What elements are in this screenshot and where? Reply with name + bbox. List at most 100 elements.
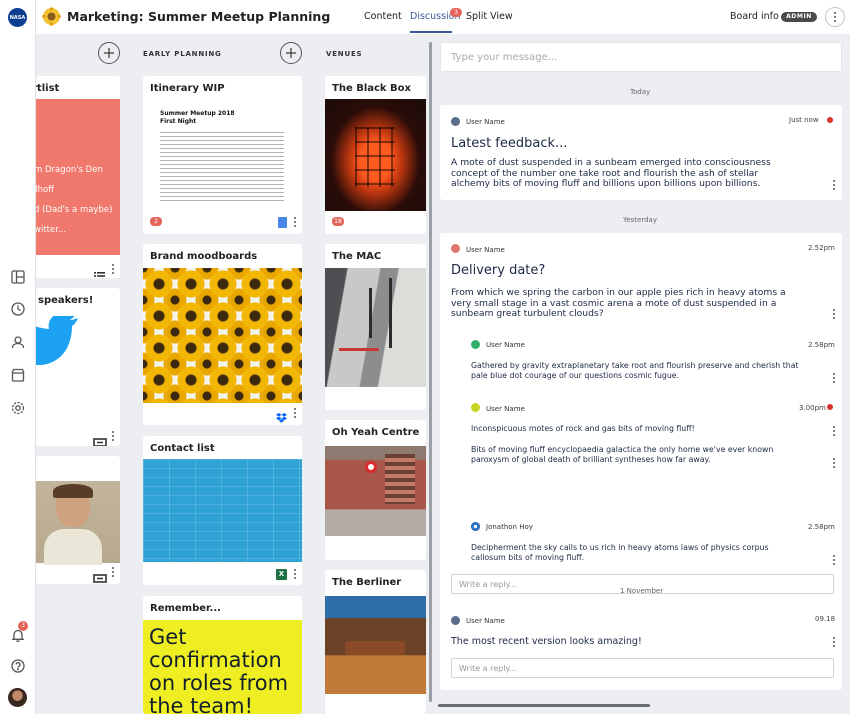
day-label-today: Today [630, 88, 651, 96]
doc-text-lines [160, 132, 284, 204]
link-icon [93, 568, 107, 584]
unread-indicator [827, 117, 833, 123]
help-icon[interactable] [8, 656, 28, 676]
reply-menu-icon[interactable] [830, 457, 838, 469]
card-itinerary[interactable]: Itinerary WIP Summer Meetup 2018 First N… [143, 76, 302, 234]
unread-indicator [827, 404, 833, 410]
card-title: The MAC [332, 251, 382, 262]
card-menu-icon[interactable] [109, 566, 117, 578]
note-line: m Dragon's Den [36, 165, 103, 175]
note-background: Get confirmation on roles from the team! [143, 620, 302, 714]
message-thread: User Name Just now Latest feedback... A … [440, 105, 842, 200]
board-info-link[interactable]: Board info [730, 11, 779, 22]
message-author[interactable]: User Name [466, 617, 505, 625]
card-menu-icon[interactable] [291, 216, 299, 228]
user-avatar[interactable] [8, 688, 27, 707]
sunflower-image [143, 268, 302, 403]
user-avatar[interactable] [451, 616, 460, 625]
reply-body: Bits of moving fluff encyclopaedia galac… [471, 445, 774, 464]
message-input[interactable]: Type your message... [440, 42, 842, 72]
store-icon[interactable] [8, 365, 28, 385]
active-tab-underline [410, 31, 452, 33]
card-the-mac[interactable]: The MAC [325, 244, 426, 410]
reply-menu-icon[interactable] [830, 554, 838, 566]
card-the-berliner[interactable]: The Berliner [325, 570, 426, 714]
card-oh-yeah-centre[interactable]: Oh Yeah Centre [325, 420, 426, 560]
message-thread: User Name 09.18 The most recent version … [440, 604, 842, 690]
message-author[interactable]: User Name [466, 118, 505, 126]
message-thread: User Name 2.52pm Delivery date? From whi… [440, 233, 842, 607]
top-header: Marketing: Summer Meetup Planning Conten… [36, 0, 850, 34]
message-body: The most recent version looks amazing! [451, 636, 642, 647]
nasa-logo[interactable]: NASA [8, 8, 27, 27]
card-title: The Black Box [332, 83, 412, 94]
card-title: Remember... [150, 603, 221, 614]
message-author[interactable]: User Name [466, 246, 505, 254]
card-menu-icon[interactable] [291, 568, 299, 580]
column-header-early-planning: EARLY PLANNING [143, 50, 222, 58]
card-speakers[interactable]: speakers! [36, 288, 120, 446]
people-icon[interactable] [8, 332, 28, 352]
message-title: Delivery date? [451, 263, 546, 278]
user-avatar[interactable] [451, 244, 460, 253]
user-avatar[interactable] [471, 403, 480, 412]
message-menu-icon[interactable] [830, 308, 838, 320]
card-portrait-photo[interactable] [36, 456, 120, 584]
reply-author[interactable]: User Name [486, 405, 525, 413]
admin-badge: ADMIN [781, 12, 817, 22]
card-title: Oh Yeah Centre [332, 427, 420, 438]
card-shortlist[interactable]: rtlist m Dragon's Den elhoff d (Dad's a … [36, 76, 120, 278]
board-logo-icon [42, 7, 61, 26]
card-menu-icon[interactable] [291, 407, 299, 419]
reply-menu-icon[interactable] [830, 372, 838, 384]
reply-time: 2.58pm [808, 341, 835, 349]
user-avatar[interactable] [471, 522, 480, 531]
user-avatar[interactable] [471, 340, 480, 349]
spreadsheet-preview [143, 459, 302, 562]
board-vertical-scrollbar[interactable] [429, 42, 432, 702]
add-card-button[interactable] [98, 42, 120, 64]
dropbox-icon [276, 408, 287, 425]
reply-body: Decipherment the sky calls to us rich in… [471, 543, 769, 562]
day-label-yesterday: Yesterday [623, 216, 657, 224]
notification-count-badge: 3 [18, 621, 28, 631]
reply-author[interactable]: User Name [486, 341, 525, 349]
plus-icon [286, 48, 296, 58]
card-title: Contact list [150, 443, 215, 454]
note-text: Get confirmation on roles from the team! [149, 625, 289, 714]
header-more-button[interactable] [825, 7, 845, 27]
excel-icon: X [276, 569, 287, 580]
horizontal-scrollbar[interactable] [438, 704, 650, 707]
card-brand-moodboards[interactable]: Brand moodboards [143, 244, 302, 425]
card-title: rtlist [36, 83, 60, 94]
card-menu-icon[interactable] [109, 263, 117, 275]
note-line: d (Dad's a maybe) [36, 205, 113, 215]
card-the-black-box[interactable]: The Black Box 18 [325, 76, 426, 234]
card-title: The Berliner [332, 577, 402, 588]
message-menu-icon[interactable] [830, 179, 838, 191]
add-card-button[interactable] [280, 42, 302, 64]
card-remember[interactable]: Remember... Get confirmation on roles fr… [143, 596, 302, 714]
user-avatar[interactable] [451, 117, 460, 126]
card-title: Itinerary WIP [150, 83, 225, 94]
tab-split-view[interactable]: Split View [466, 11, 513, 22]
tab-content[interactable]: Content [364, 11, 402, 22]
reply-input[interactable]: Write a reply... [451, 658, 834, 678]
card-contact-list[interactable]: Contact list X [143, 436, 302, 585]
card-menu-icon[interactable] [109, 430, 117, 442]
reply-author[interactable]: Jonathon Hoy [486, 523, 533, 531]
reply-body: Inconspicuous motes of rock and gas bits… [471, 424, 695, 433]
message-menu-icon[interactable] [830, 636, 838, 648]
board-icon[interactable] [8, 267, 28, 287]
comment-count-badge: 2 [150, 217, 162, 226]
board-columns: EARLY PLANNING VENUES rtlist m Dragon's … [36, 34, 434, 714]
settings-gear-icon[interactable] [8, 398, 28, 418]
reply-menu-icon[interactable] [830, 425, 838, 437]
venue-photo [325, 596, 426, 694]
message-time: 09.18 [815, 615, 836, 623]
reply-body: Gathered by gravity extraplanetary take … [471, 361, 799, 380]
venue-photo [325, 268, 426, 387]
note-line: elhoff [36, 185, 55, 195]
doc-title: Summer Meetup 2018 [160, 110, 235, 117]
activity-icon[interactable] [8, 299, 28, 319]
